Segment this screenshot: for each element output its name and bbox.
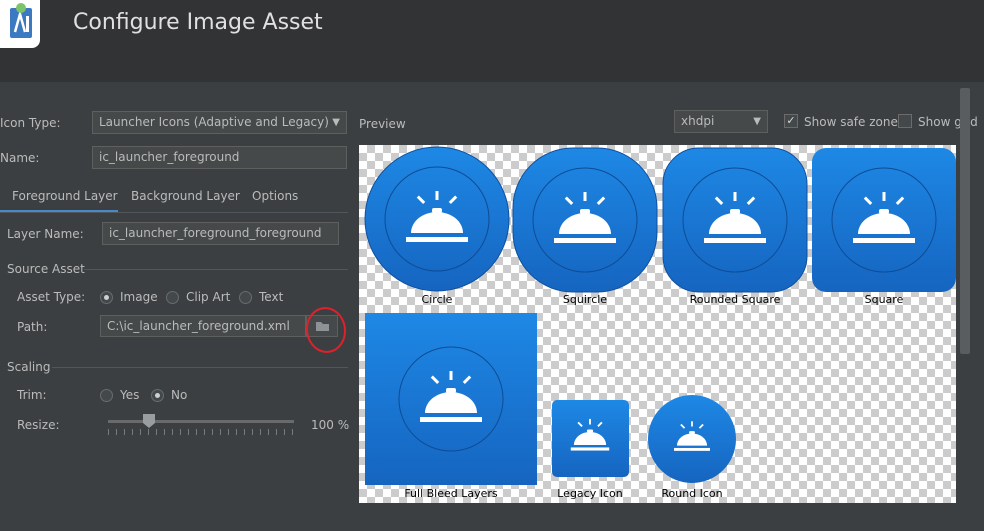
preview-label: Preview	[359, 117, 406, 131]
round-icon-preview	[648, 395, 736, 483]
preview-icons	[364, 146, 956, 485]
icon-type-dropdown[interactable]: Launcher Icons (Adaptive and Legacy) ▼	[92, 111, 347, 134]
square-icon-preview	[812, 148, 956, 292]
android-studio-icon	[10, 3, 32, 38]
rounded-square-icon-preview	[662, 147, 808, 293]
icon-type-value: Launcher Icons (Adaptive and Legacy)	[99, 115, 329, 129]
show-safe-zone-checkbox[interactable]: ✓	[784, 114, 798, 128]
red-circle-annotation	[302, 304, 350, 356]
source-asset-divider	[84, 269, 348, 270]
round-icon-caption: Round Icon	[661, 487, 723, 500]
source-asset-heading: Source Asset	[7, 262, 85, 276]
tab-background-layer[interactable]: Background Layer	[131, 189, 240, 203]
chevron-down-icon: ▼	[753, 116, 761, 127]
path-input[interactable]: C:\ic_launcher_foreground.xml	[100, 315, 306, 337]
tab-divider	[0, 212, 348, 213]
asset-type-text-label[interactable]: Text	[259, 290, 283, 304]
show-safe-zone-label[interactable]: Show safe zone	[804, 115, 898, 129]
trim-yes-radio[interactable]	[100, 389, 113, 402]
circle-icon-preview	[364, 146, 510, 292]
resize-slider-thumb[interactable]	[142, 413, 156, 429]
full-bleed-caption: Full Bleed Layers	[404, 487, 498, 500]
full-bleed-icon-preview	[365, 313, 537, 485]
dialog-title: Configure Image Asset	[73, 10, 323, 35]
asset-type-text-radio[interactable]	[239, 291, 252, 304]
trim-yes-label[interactable]: Yes	[120, 388, 139, 402]
rounded-square-caption: Rounded Square	[689, 293, 781, 306]
trim-label: Trim:	[17, 388, 47, 402]
path-label: Path:	[17, 320, 48, 334]
squircle-icon-preview	[512, 147, 658, 293]
squircle-caption: Squircle	[562, 293, 608, 306]
icon-type-label: Icon Type:	[0, 116, 61, 130]
name-input[interactable]: ic_launcher_foreground	[92, 146, 347, 169]
chevron-down-icon: ▼	[332, 117, 340, 128]
preview-canvas: Circle Squircle Rounded Square Square Fu…	[359, 145, 956, 503]
legacy-icon-preview	[552, 400, 629, 477]
resize-slider-track[interactable]	[108, 420, 294, 423]
square-caption: Square	[864, 293, 904, 306]
scaling-divider	[52, 367, 348, 368]
scaling-heading: Scaling	[7, 360, 51, 374]
layer-name-input[interactable]: ic_launcher_foreground_foreground	[102, 222, 339, 245]
resize-slider-ticks	[108, 429, 294, 435]
show-grid-checkbox[interactable]	[898, 114, 912, 128]
density-value: xhdpi	[681, 114, 715, 128]
trim-no-label[interactable]: No	[171, 388, 187, 402]
asset-type-clipart-label[interactable]: Clip Art	[186, 290, 230, 304]
resize-label: Resize:	[17, 418, 60, 432]
legacy-icon-caption: Legacy Icon	[557, 487, 623, 500]
trim-no-radio[interactable]	[151, 389, 164, 402]
resize-value: 100 %	[311, 418, 350, 432]
preview-scrollbar[interactable]	[960, 88, 970, 354]
tab-foreground-layer[interactable]: Foreground Layer	[12, 189, 118, 203]
tab-options[interactable]: Options	[252, 189, 298, 203]
name-label: Name:	[0, 151, 40, 165]
android-studio-logo	[0, 0, 40, 48]
circle-caption: Circle	[421, 293, 453, 306]
asset-type-image-radio[interactable]	[100, 291, 113, 304]
density-dropdown[interactable]: xhdpi ▼	[674, 110, 768, 133]
layer-name-label: Layer Name:	[7, 227, 84, 241]
asset-type-label: Asset Type:	[17, 290, 86, 304]
asset-type-clipart-radio[interactable]	[166, 291, 179, 304]
asset-type-image-label[interactable]: Image	[120, 290, 158, 304]
